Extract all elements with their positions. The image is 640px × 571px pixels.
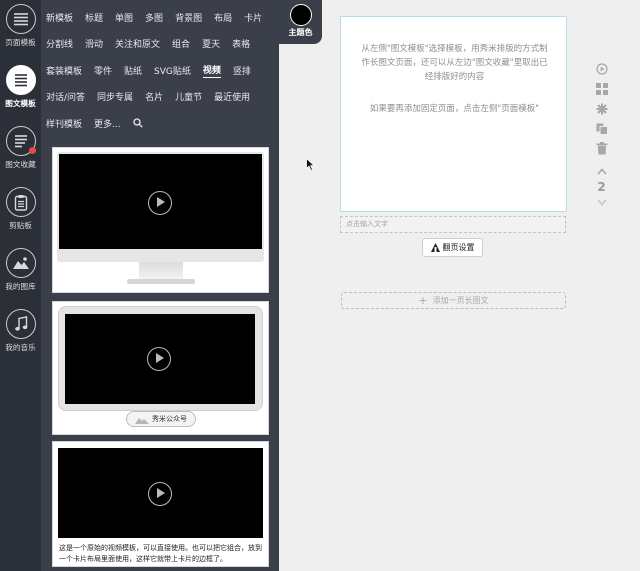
left-icon-rail: 页面模板 图文模板 图文收藏 剪贴板 我的图库 我的音乐 <box>0 0 41 571</box>
category-tab[interactable]: 布局 <box>214 11 232 24</box>
trash-icon <box>596 142 607 155</box>
plus-icon: + <box>418 294 428 307</box>
category-tab[interactable]: 滑动 <box>85 37 103 50</box>
copy-icon <box>596 123 608 135</box>
favorite-badge <box>28 147 36 154</box>
settings-tool[interactable] <box>595 102 608 115</box>
favorite-doc-icon <box>14 134 27 147</box>
canvas-hint-primary: 从左侧"图文模板"选择模板，用秀米排版的方式制作长图文页面，还可以从左边"图文收… <box>361 44 548 82</box>
category-tab[interactable]: 贴纸 <box>124 64 142 77</box>
category-tab[interactable]: SVG贴纸 <box>154 64 191 77</box>
rail-item-clipboard[interactable]: 剪贴板 <box>0 187 41 231</box>
category-tab[interactable]: 名片 <box>145 90 163 103</box>
account-pill: 秀米公众号 <box>126 411 196 427</box>
image-placeholder-icon <box>135 417 149 424</box>
play-icon <box>148 191 172 215</box>
page-text-input[interactable]: 点击输入文字 <box>340 216 566 233</box>
category-tab[interactable]: 背景图 <box>175 11 202 24</box>
template-card-framed-video[interactable]: 秀米公众号 <box>52 301 269 435</box>
category-row: 新模板 标题 单图 多图 背景图 布局 卡片 <box>46 4 286 31</box>
category-tab[interactable]: 新模板 <box>46 11 73 24</box>
category-tab[interactable]: 标题 <box>85 11 103 24</box>
category-tab[interactable]: 套装模板 <box>46 64 82 77</box>
image-gallery-icon <box>12 257 29 269</box>
category-row: 样刊模板 更多... <box>46 110 286 137</box>
monitor-stand <box>139 262 183 280</box>
play-preview-tool[interactable] <box>595 62 608 75</box>
rail-label: 图文模板 <box>5 99 36 108</box>
flip-settings-button[interactable]: 翻页设置 <box>422 238 483 257</box>
page-canvas[interactable]: 从左侧"图文模板"选择模板，用秀米排版的方式制作长图文页面，还可以从左边"图文收… <box>340 16 567 212</box>
chevron-up-icon <box>596 168 607 175</box>
rail-item-my-gallery[interactable]: 我的图库 <box>0 248 41 292</box>
play-icon <box>148 482 172 506</box>
theme-color-swatch <box>289 4 312 26</box>
category-tab[interactable]: 卡片 <box>244 11 262 24</box>
category-tab[interactable]: 对话/问答 <box>46 90 85 103</box>
category-tab[interactable]: 单图 <box>115 11 133 24</box>
rail-label: 我的音乐 <box>5 343 36 352</box>
category-tab[interactable]: 竖排 <box>233 64 251 77</box>
page-number: 2 <box>597 180 606 194</box>
rail-item-my-music[interactable]: 我的音乐 <box>0 309 41 353</box>
add-long-page-label: 添加一页长图文 <box>432 296 489 305</box>
rail-item-page-templates[interactable]: 页面模板 <box>0 4 41 48</box>
category-tab[interactable]: 最近使用 <box>214 90 250 103</box>
chevron-down-icon <box>596 199 607 206</box>
move-page-up-tool[interactable] <box>595 165 608 178</box>
play-icon <box>147 347 171 371</box>
category-tab[interactable]: 样刊模板 <box>46 117 82 130</box>
search-icon[interactable] <box>132 118 143 128</box>
rail-item-graphic-templates[interactable]: 图文模板 <box>0 65 41 109</box>
category-row: 分割线 滑动 关注和原文 组合 夏天 表格 <box>46 31 286 58</box>
template-card-plain-video[interactable]: 这是一个原始的视频模板，可以直接使用。也可以把它组合，放到一个卡片布局里面使用，… <box>52 441 269 567</box>
theme-color-label: 主题色 <box>288 28 313 37</box>
category-tab-more[interactable]: 更多... <box>94 117 121 130</box>
category-tab[interactable]: 组合 <box>172 37 190 50</box>
category-tab[interactable]: 零件 <box>94 64 112 77</box>
template-card-monitor-video[interactable] <box>52 147 269 293</box>
category-tab[interactable]: 分割线 <box>46 37 73 50</box>
category-tab[interactable]: 表格 <box>232 37 250 50</box>
category-tabs: 新模板 标题 单图 多图 背景图 布局 卡片 分割线 滑动 关注和原文 组合 夏… <box>46 4 286 137</box>
document-lines-icon <box>14 73 27 86</box>
rail-label: 页面模板 <box>5 38 36 47</box>
category-tab[interactable]: 儿童节 <box>175 90 202 103</box>
add-long-page-button[interactable]: + 添加一页长图文 <box>341 292 566 309</box>
category-row: 对话/问答 同步专属 名片 儿童节 最近使用 <box>46 84 286 111</box>
music-note-icon <box>14 316 27 331</box>
play-circle-icon <box>595 62 608 75</box>
template-caption: 这是一个原始的视频模板，可以直接使用。也可以把它组合，放到一个卡片布局里面使用，… <box>59 544 262 563</box>
mouse-cursor-icon <box>306 158 315 171</box>
flip-page-icon <box>430 243 440 252</box>
delete-page-tool[interactable] <box>595 142 608 155</box>
account-name: 秀米公众号 <box>152 415 187 423</box>
category-tab-video-active[interactable]: 视频 <box>202 63 221 78</box>
move-page-down-tool[interactable] <box>595 196 608 209</box>
grid-layout-tool[interactable] <box>595 82 608 95</box>
flip-settings-label: 翻页设置 <box>442 243 475 252</box>
rail-label: 剪贴板 <box>9 221 32 230</box>
clipboard-icon <box>14 194 27 211</box>
rail-item-graphic-favorites[interactable]: 图文收藏 <box>0 126 41 170</box>
copy-page-tool[interactable] <box>595 122 608 135</box>
grid-icon <box>595 82 608 95</box>
category-tab[interactable]: 夏天 <box>202 37 220 50</box>
theme-color-button[interactable]: 主题色 <box>279 0 322 44</box>
category-row: 套装模板 零件 贴纸 SVG贴纸 视频 竖排 <box>46 57 286 84</box>
rail-label: 图文收藏 <box>5 160 36 169</box>
category-tab[interactable]: 多图 <box>145 11 163 24</box>
canvas-hint-secondary: 如果要再添加固定页面，点击左侧"页面模板" <box>369 104 540 114</box>
gear-icon <box>596 103 607 114</box>
menu-lines-icon <box>13 13 28 26</box>
monitor-base <box>127 279 195 284</box>
category-tab[interactable]: 关注和原文 <box>115 37 160 50</box>
category-tab[interactable]: 同步专属 <box>97 90 133 103</box>
rail-label: 我的图库 <box>5 282 36 291</box>
